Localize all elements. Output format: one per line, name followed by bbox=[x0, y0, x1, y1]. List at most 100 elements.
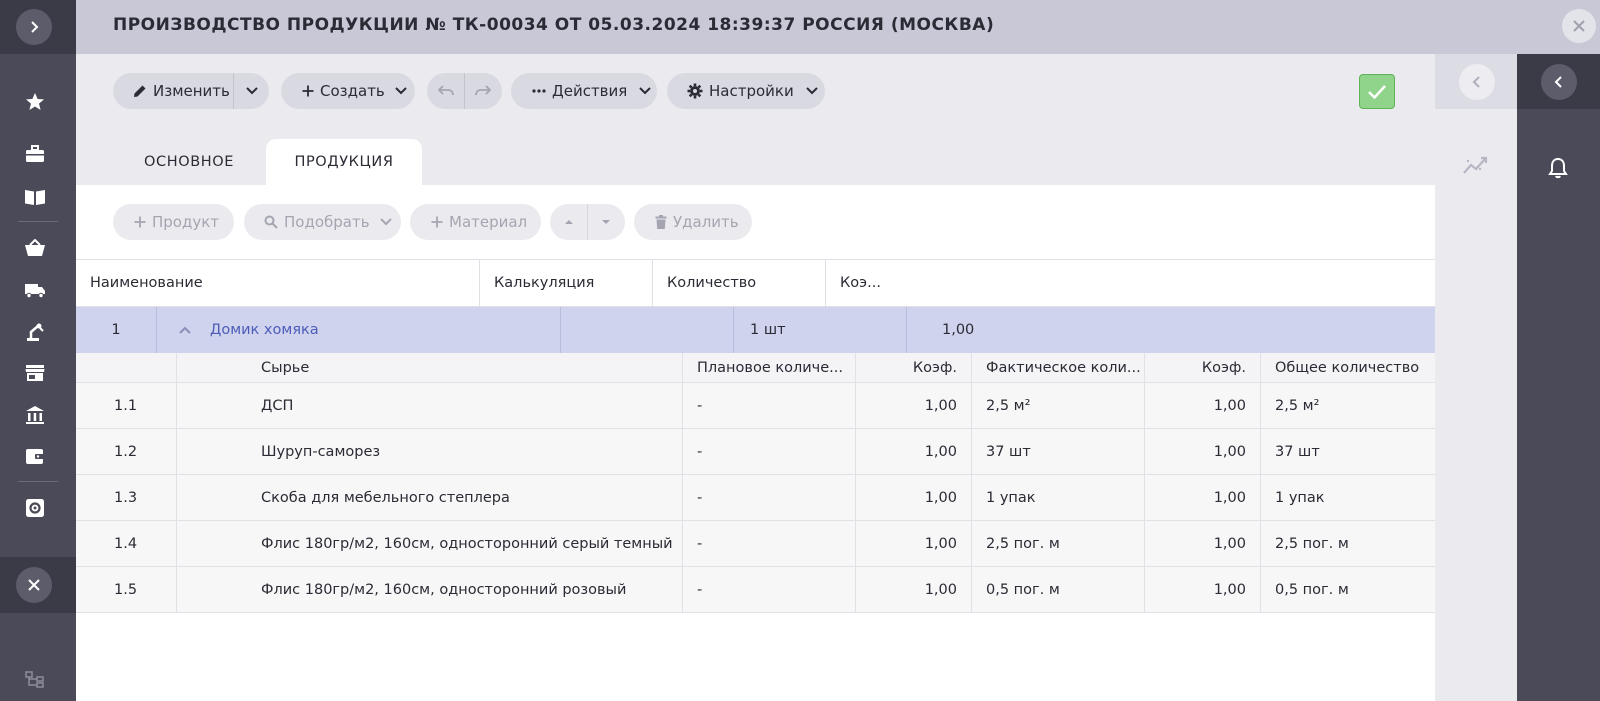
material-name-link[interactable]: Шуруп-саморез bbox=[177, 429, 683, 474]
edit-button[interactable]: Изменить bbox=[113, 73, 233, 109]
column-header-raw-material[interactable]: Сырье bbox=[177, 353, 683, 382]
gear-icon bbox=[687, 83, 703, 99]
material-coef-actual: 1,00 bbox=[1145, 475, 1261, 520]
chevron-right-icon bbox=[31, 21, 39, 33]
material-name-link[interactable]: ДСП bbox=[177, 383, 683, 428]
material-total-qty: 0,5 пог. м bbox=[1275, 581, 1349, 598]
truck-icon[interactable] bbox=[24, 279, 46, 301]
settings-button[interactable]: Настройки bbox=[667, 73, 825, 109]
main-toolbar: Изменить Создать Действия Настройки bbox=[76, 54, 1435, 129]
edit-split-button: Изменить bbox=[113, 73, 269, 109]
wallet-icon[interactable] bbox=[24, 445, 46, 467]
actions-button-label: Действия bbox=[552, 82, 628, 100]
tab-products[interactable]: ПРОДУКЦИЯ bbox=[266, 139, 422, 185]
material-row-number: 1.2 bbox=[76, 429, 177, 474]
chevron-down-icon bbox=[379, 218, 392, 226]
plus-icon bbox=[134, 216, 146, 228]
column-header-coef-planned[interactable]: Коэф. bbox=[856, 353, 972, 382]
tabs-bar: ОСНОВНОЕ ПРОДУКЦИЯ bbox=[76, 129, 1435, 185]
material-total-qty: 2,5 м² bbox=[1275, 397, 1320, 414]
factory-robot-icon[interactable] bbox=[24, 321, 46, 343]
chevron-down-icon bbox=[245, 87, 258, 95]
analytics-icon[interactable] bbox=[1463, 155, 1489, 179]
right-bar-back-button[interactable] bbox=[1541, 64, 1577, 100]
rail-separator bbox=[18, 481, 58, 482]
material-coef-planned: 1,00 bbox=[856, 383, 972, 428]
settings-button-label: Настройки bbox=[709, 82, 794, 100]
page-title: ПРОИЗВОДСТВО ПРОДУКЦИИ № ТК-00034 ОТ 05.… bbox=[113, 15, 995, 35]
material-name-link[interactable]: Скоба для мебельного степлера bbox=[177, 475, 683, 520]
edit-dropdown-button[interactable] bbox=[234, 73, 269, 109]
bell-icon[interactable] bbox=[1548, 157, 1568, 183]
column-header-planned-qty[interactable]: Плановое количе... bbox=[683, 353, 856, 382]
material-name-link[interactable]: Флис 180гр/м2, 160см, односторонний серы… bbox=[177, 521, 683, 566]
material-actual-qty: 37 шт bbox=[972, 429, 1145, 474]
trash-icon bbox=[655, 215, 667, 229]
tab-main[interactable]: ОСНОВНОЕ bbox=[113, 139, 265, 185]
material-planned-qty: - bbox=[683, 475, 856, 520]
right-bar-top bbox=[1517, 54, 1600, 109]
basket-icon[interactable] bbox=[24, 237, 46, 259]
material-row[interactable]: 1.4 Флис 180гр/м2, 160см, односторонний … bbox=[76, 521, 1435, 567]
column-header-calculation[interactable]: Калькуляция bbox=[480, 260, 653, 306]
material-planned-qty: - bbox=[683, 567, 856, 612]
column-header-total-qty[interactable]: Общее количество bbox=[1261, 353, 1435, 382]
material-row[interactable]: 1.1 ДСП - 1,00 2,5 м² 1,00 2,5 м² bbox=[76, 383, 1435, 429]
product-row[interactable]: 1 Домик хомяка 1 шт 1,00 bbox=[76, 307, 1435, 353]
move-group bbox=[550, 204, 625, 240]
split-divider bbox=[587, 204, 588, 240]
material-total-qty: 37 шт bbox=[1275, 443, 1320, 460]
store-icon[interactable] bbox=[24, 362, 46, 384]
materials-header-spacer bbox=[76, 353, 177, 382]
material-coef-actual: 1,00 bbox=[1145, 429, 1261, 474]
product-coefficient-cell: 1,00 bbox=[942, 322, 975, 338]
column-header-coefficient[interactable]: Коэ... bbox=[826, 260, 1435, 306]
pick-button[interactable]: Подобрать bbox=[244, 204, 401, 240]
material-name-link[interactable]: Флис 180гр/м2, 160см, односторонний розо… bbox=[177, 567, 683, 612]
product-name-link[interactable]: Домик хомяка bbox=[210, 322, 319, 338]
book-icon[interactable] bbox=[24, 186, 46, 208]
material-row[interactable]: 1.5 Флис 180гр/м2, 160см, односторонний … bbox=[76, 567, 1435, 613]
column-header-actual-qty[interactable]: Фактическое коли... bbox=[972, 353, 1145, 382]
pencil-icon bbox=[134, 85, 146, 97]
add-product-button[interactable]: Продукт bbox=[113, 204, 234, 240]
close-panel-button[interactable] bbox=[16, 567, 52, 603]
undo-button[interactable] bbox=[427, 73, 464, 109]
products-panel: Продукт Подобрать Материал Удалить Наиме… bbox=[76, 185, 1435, 701]
delete-button[interactable]: Удалить bbox=[634, 204, 752, 240]
material-coef-planned: 1,00 bbox=[856, 567, 972, 612]
column-header-coef-actual[interactable]: Коэф. bbox=[1145, 353, 1261, 382]
briefcase-icon[interactable] bbox=[24, 143, 46, 165]
add-material-button[interactable]: Материал bbox=[410, 204, 541, 240]
material-coef-actual: 1,00 bbox=[1145, 383, 1261, 428]
material-planned-qty: - bbox=[683, 429, 856, 474]
material-actual-qty: 0,5 пог. м bbox=[972, 567, 1145, 612]
material-coef-actual: 1,00 bbox=[1145, 567, 1261, 612]
plus-icon bbox=[431, 216, 443, 228]
material-row[interactable]: 1.2 Шуруп-саморез - 1,00 37 шт 1,00 37 ш… bbox=[76, 429, 1435, 475]
rail-separator bbox=[18, 221, 58, 222]
confirm-button[interactable] bbox=[1359, 74, 1395, 109]
actions-button[interactable]: Действия bbox=[511, 73, 657, 109]
close-document-button[interactable] bbox=[1562, 9, 1596, 43]
redo-button[interactable] bbox=[464, 73, 502, 109]
move-up-button[interactable] bbox=[550, 204, 587, 240]
settings-box-icon[interactable] bbox=[24, 497, 46, 519]
bank-icon[interactable] bbox=[24, 404, 46, 426]
material-row[interactable]: 1.3 Скоба для мебельного степлера - 1,00… bbox=[76, 475, 1435, 521]
move-down-button[interactable] bbox=[587, 204, 625, 240]
material-total-qty: 2,5 пог. м bbox=[1275, 535, 1349, 552]
close-icon bbox=[1573, 20, 1585, 32]
expand-menu-button[interactable] bbox=[16, 9, 52, 45]
more-dots-icon bbox=[532, 89, 546, 93]
favorites-star-icon[interactable] bbox=[24, 91, 46, 113]
triangle-up-icon bbox=[564, 220, 573, 224]
collapse-right-panel-button[interactable] bbox=[1459, 64, 1495, 100]
column-header-quantity[interactable]: Количество bbox=[653, 260, 826, 306]
material-row-number: 1.1 bbox=[76, 383, 177, 428]
create-button[interactable]: Создать bbox=[281, 73, 415, 109]
chevron-up-icon[interactable] bbox=[179, 326, 191, 334]
hierarchy-icon[interactable] bbox=[24, 669, 46, 691]
column-header-name[interactable]: Наименование bbox=[76, 260, 480, 306]
create-button-label: Создать bbox=[320, 82, 385, 100]
